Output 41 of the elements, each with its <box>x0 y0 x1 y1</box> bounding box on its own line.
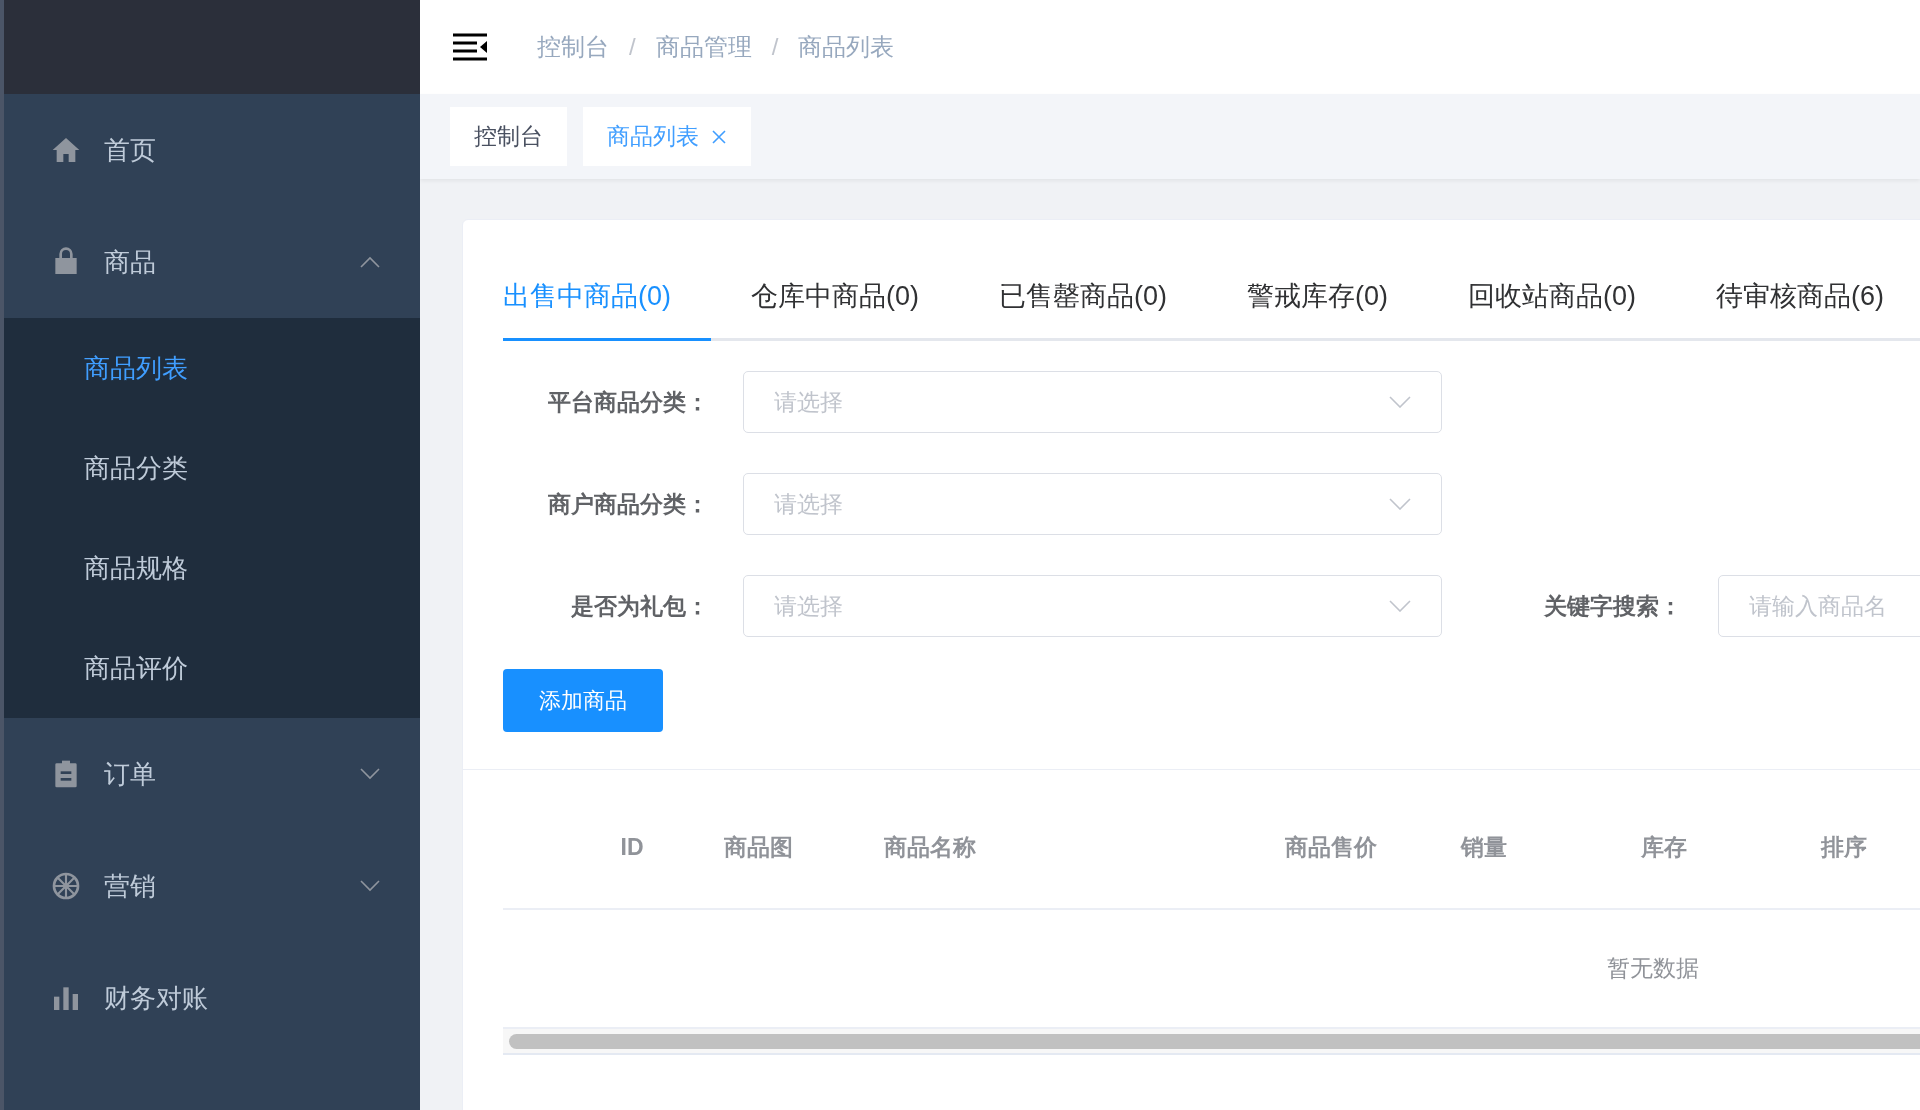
field-label: 是否为礼包： <box>570 591 709 621</box>
breadcrumb-separator: / <box>629 33 636 61</box>
column-header: 商品名称 <box>884 833 976 860</box>
column-header: 商品售价 <box>1285 833 1377 860</box>
chevron-icon <box>1389 498 1411 510</box>
tab[interactable]: 出售中商品(0) <box>503 266 711 341</box>
close-icon[interactable] <box>711 128 727 145</box>
wheel-icon <box>50 870 82 902</box>
tab[interactable]: 回收站商品(0) <box>1428 266 1676 341</box>
column-header: 库存 <box>1641 833 1687 860</box>
chevron-icon <box>1389 600 1411 612</box>
chevron-icon <box>360 256 380 268</box>
breadcrumb-item: 商品列表 <box>798 32 895 62</box>
menu-item[interactable]: 首页 <box>4 94 420 206</box>
tab[interactable]: 警戒库存(0) <box>1207 266 1428 341</box>
submenu-item[interactable]: 商品列表 <box>4 318 420 418</box>
menu-item[interactable]: 订单 <box>4 718 420 830</box>
column-header: 商品图 <box>723 833 793 860</box>
tab[interactable]: 已售罄商品(0) <box>959 266 1207 341</box>
field-label: 关键字搜索： <box>1543 591 1682 621</box>
menu-item[interactable]: 营销 <box>4 830 420 942</box>
menu-item[interactable]: 财务对账 <box>4 942 420 1054</box>
field-label: 平台商品分类： <box>547 387 709 417</box>
tab[interactable]: 仓库中商品(0) <box>711 266 959 341</box>
breadcrumb-separator: / <box>771 33 779 61</box>
chevron-icon <box>360 768 380 780</box>
empty-message: 暂无数据 <box>1607 954 1699 983</box>
column-header: ID <box>620 833 644 860</box>
page-tag[interactable]: 控制台 <box>450 107 567 166</box>
add-product-button[interactable]: 添加商品 <box>503 669 663 732</box>
column-header: 销量 <box>1461 833 1507 860</box>
submenu-item[interactable]: 商品评价 <box>4 618 420 718</box>
submenu-item[interactable]: 商品规格 <box>4 518 420 618</box>
column-header: 排序 <box>1821 833 1867 860</box>
tab[interactable]: 待审核商品(6) <box>1676 266 1920 341</box>
chevron-icon <box>360 880 380 892</box>
chevron-icon <box>1389 396 1411 408</box>
field-label: 商户商品分类： <box>547 489 709 519</box>
menu-item[interactable]: 商品 <box>4 206 420 318</box>
submenu-item[interactable]: 商品分类 <box>4 418 420 518</box>
menu-icon[interactable] <box>453 33 487 61</box>
